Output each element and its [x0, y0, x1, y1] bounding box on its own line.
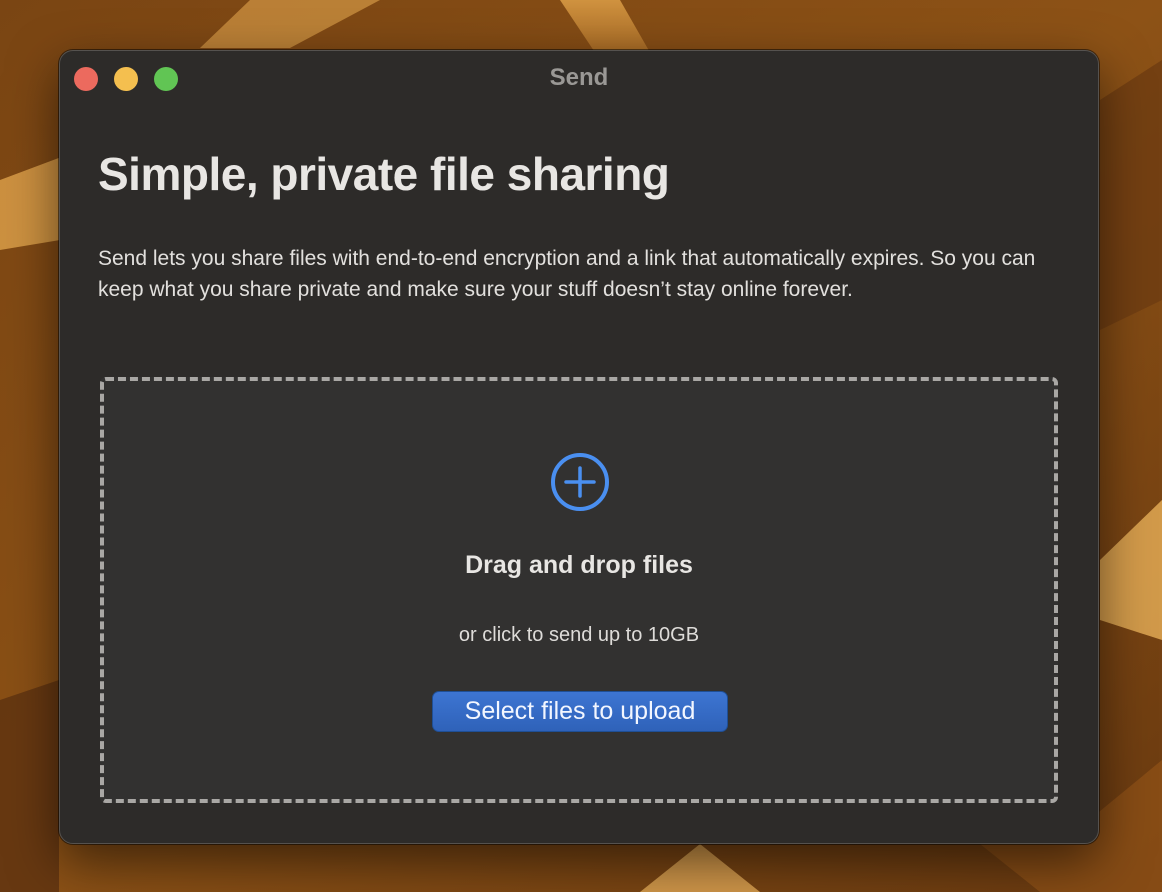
select-files-button[interactable]: Select files to upload [432, 691, 728, 732]
file-drop-zone[interactable]: Drag and drop files or click to send up … [100, 377, 1058, 803]
page-title: Simple, private file sharing [98, 148, 670, 200]
intro-description: Send lets you share files with end-to-en… [98, 247, 1036, 301]
send-app-window: Send Simple, private file sharing Send l… [59, 50, 1099, 844]
drop-subtitle: or click to send up to 10GB [458, 624, 700, 646]
plus-circle-icon[interactable] [550, 452, 610, 512]
title-bar[interactable]: Send [60, 51, 1098, 105]
window-title: Send [549, 64, 609, 91]
drop-title: Drag and drop files [465, 551, 693, 579]
